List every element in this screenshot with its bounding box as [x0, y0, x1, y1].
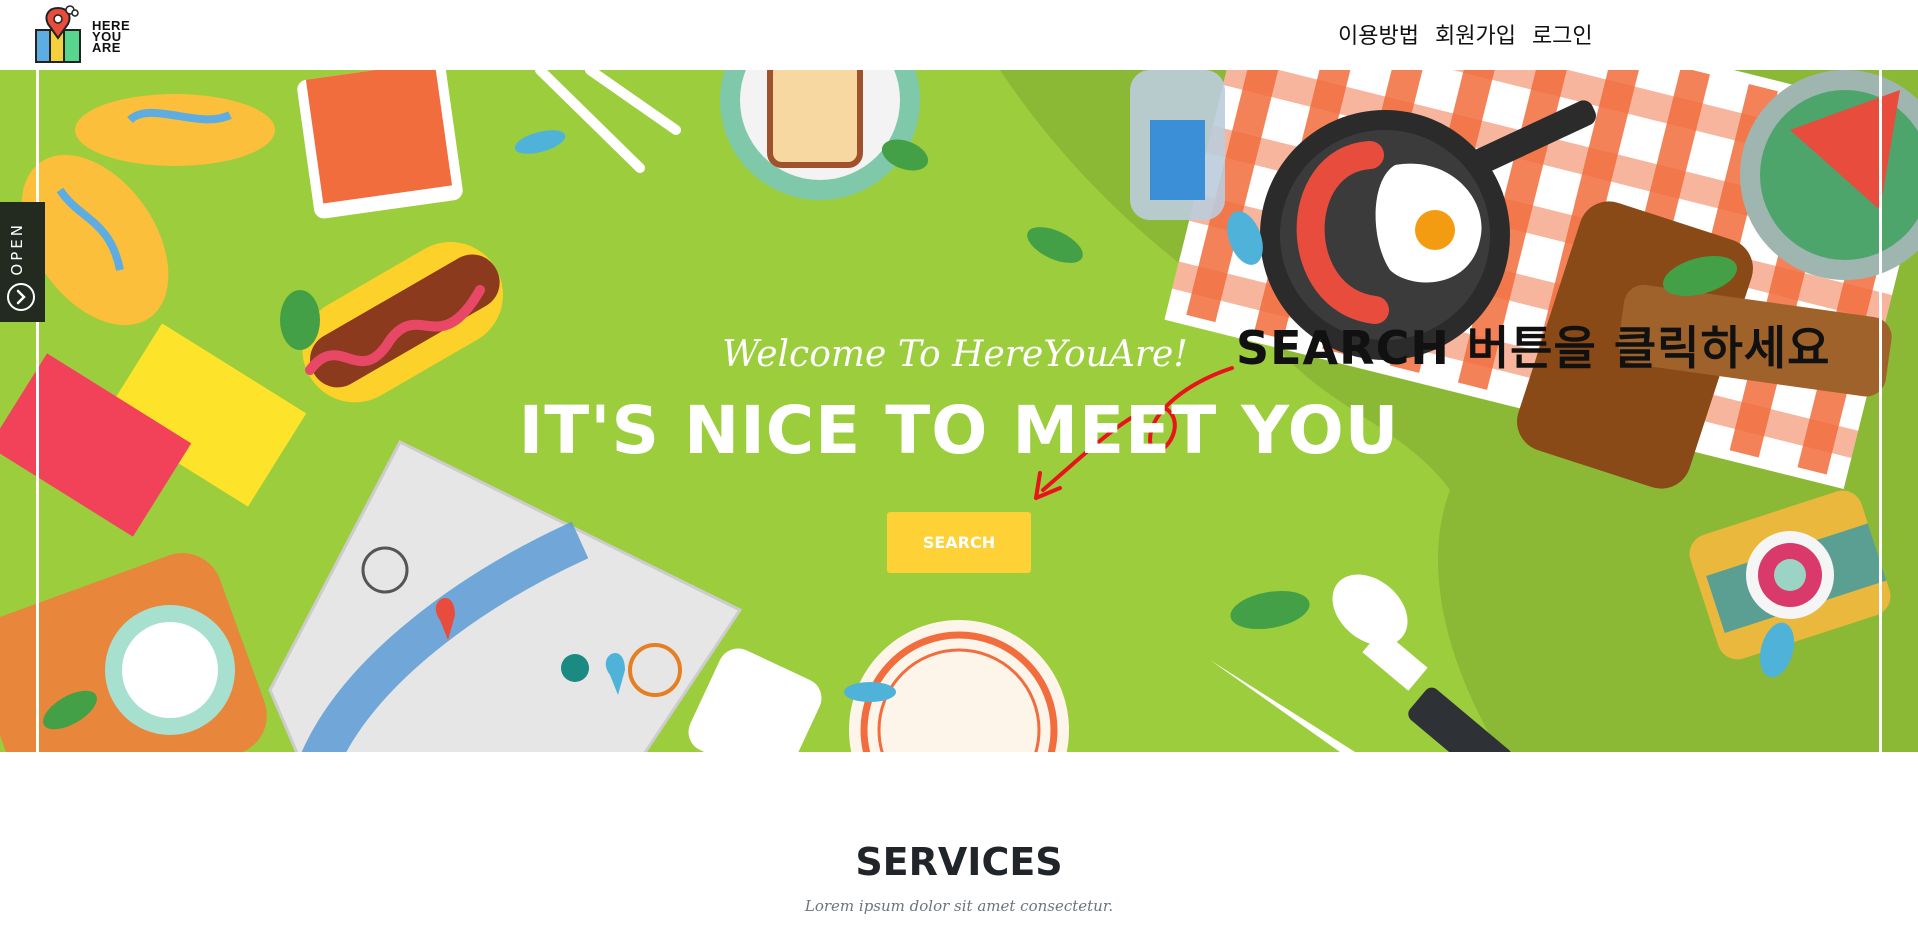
- services-subtitle: Lorem ipsum dolor sit amet consectetur.: [804, 897, 1114, 915]
- main-nav: 이용방법 회원가입 로그인: [1338, 18, 1593, 50]
- open-tab-label: OPEN: [8, 222, 26, 276]
- hero-headline: IT'S NICE TO MEET YOU: [518, 392, 1400, 469]
- map-pin-logo-icon: [35, 5, 81, 63]
- nav-login[interactable]: 로그인: [1532, 18, 1593, 50]
- services-section: SERVICES Lorem ipsum dolor sit amet cons…: [0, 752, 1918, 931]
- top-navbar: HERE YOU ARE 이용방법 회원가입 로그인: [0, 0, 1918, 70]
- logo-line: ARE: [92, 40, 121, 55]
- logo-wordmark: HERE YOU ARE: [92, 19, 130, 55]
- nav-sign-up[interactable]: 회원가입: [1435, 18, 1516, 50]
- chevron-right-circle-icon: [7, 283, 35, 311]
- tutorial-annotation: SEARCH 버튼을 클릭하세요: [1236, 321, 1831, 375]
- site-logo[interactable]: HERE YOU ARE: [34, 4, 144, 66]
- open-side-panel-tab[interactable]: OPEN: [0, 202, 45, 322]
- search-button[interactable]: SEARCH: [887, 512, 1031, 573]
- services-title: SERVICES: [855, 840, 1063, 884]
- hero-section: Welcome To HereYouAre! IT'S NICE TO MEET…: [0, 70, 1918, 752]
- nav-how-to-use[interactable]: 이용방법: [1338, 18, 1419, 50]
